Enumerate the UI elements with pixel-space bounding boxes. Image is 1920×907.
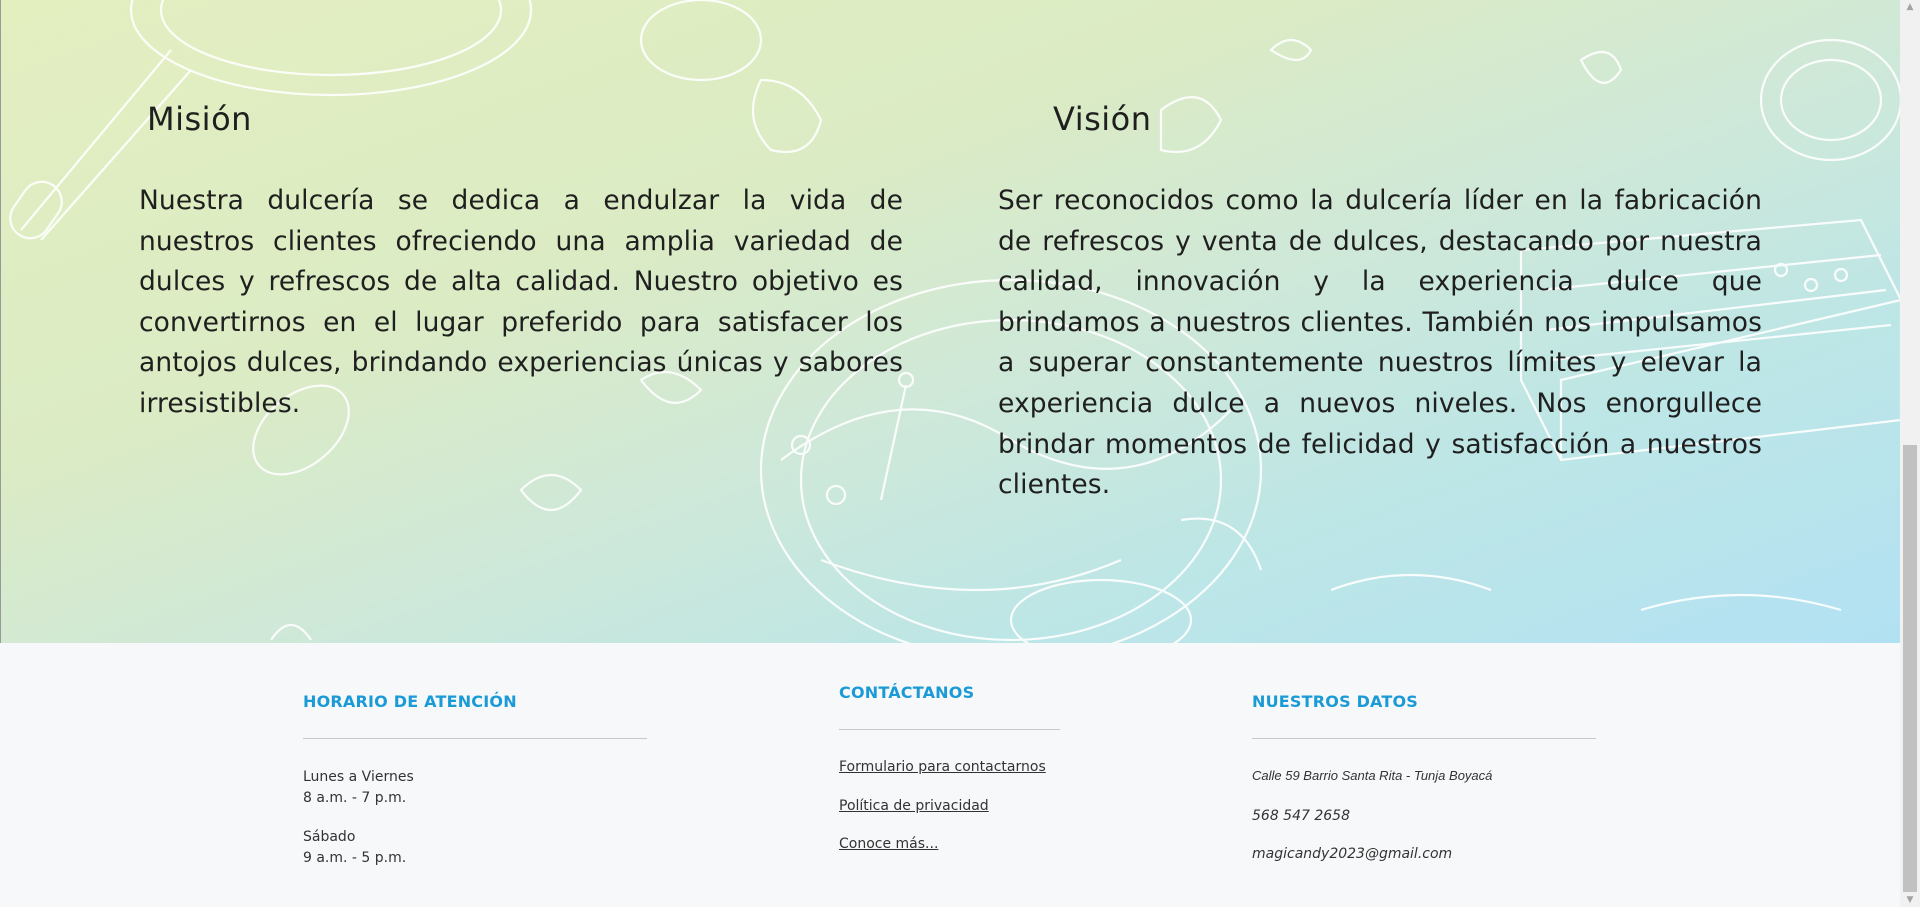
hours-divider	[303, 738, 647, 739]
scrollbar-thumb[interactable]	[1903, 445, 1917, 892]
vision-title: Visión	[1053, 100, 1152, 138]
address-text: Calle 59 Barrio Santa Rita - Tunja Boyac…	[1252, 768, 1493, 783]
contact-divider	[839, 729, 1060, 730]
mission-title: Misión	[147, 100, 252, 138]
saturday-label: Sábado	[303, 829, 356, 845]
contact-form-link[interactable]: Formulario para contactarnos	[839, 759, 1046, 775]
contact-title: CONTÁCTANOS	[839, 683, 975, 702]
vertical-scrollbar[interactable]: ▲ ▼	[1900, 0, 1920, 907]
site-footer: HORARIO DE ATENCIÓN Lunes a Viernes 8 a.…	[0, 643, 1900, 907]
mission-text: Nuestra dulcería se dedica a endulzar la…	[139, 185, 903, 419]
hours-title: HORARIO DE ATENCIÓN	[303, 692, 517, 711]
email-text: magicandy2023@gmail.com	[1252, 846, 1453, 862]
data-divider	[1252, 738, 1596, 739]
scroll-up-icon[interactable]: ▲	[1900, 0, 1920, 14]
saturday-hours: 9 a.m. - 5 p.m.	[303, 850, 407, 866]
weekday-hours: 8 a.m. - 7 p.m.	[303, 790, 407, 806]
privacy-policy-link[interactable]: Política de privacidad	[839, 798, 989, 814]
weekday-label: Lunes a Viernes	[303, 769, 414, 785]
learn-more-link[interactable]: Conoce más...	[839, 836, 938, 852]
scroll-down-icon[interactable]: ▼	[1900, 893, 1920, 907]
mission-vision-section: Misión Nuestra dulcería se dedica a endu…	[0, 0, 1901, 643]
phone-text: 568 547 2658	[1252, 808, 1350, 824]
vision-text: Ser reconocidos como la dulcería líder e…	[998, 185, 1762, 501]
data-title: NUESTROS DATOS	[1252, 692, 1419, 711]
